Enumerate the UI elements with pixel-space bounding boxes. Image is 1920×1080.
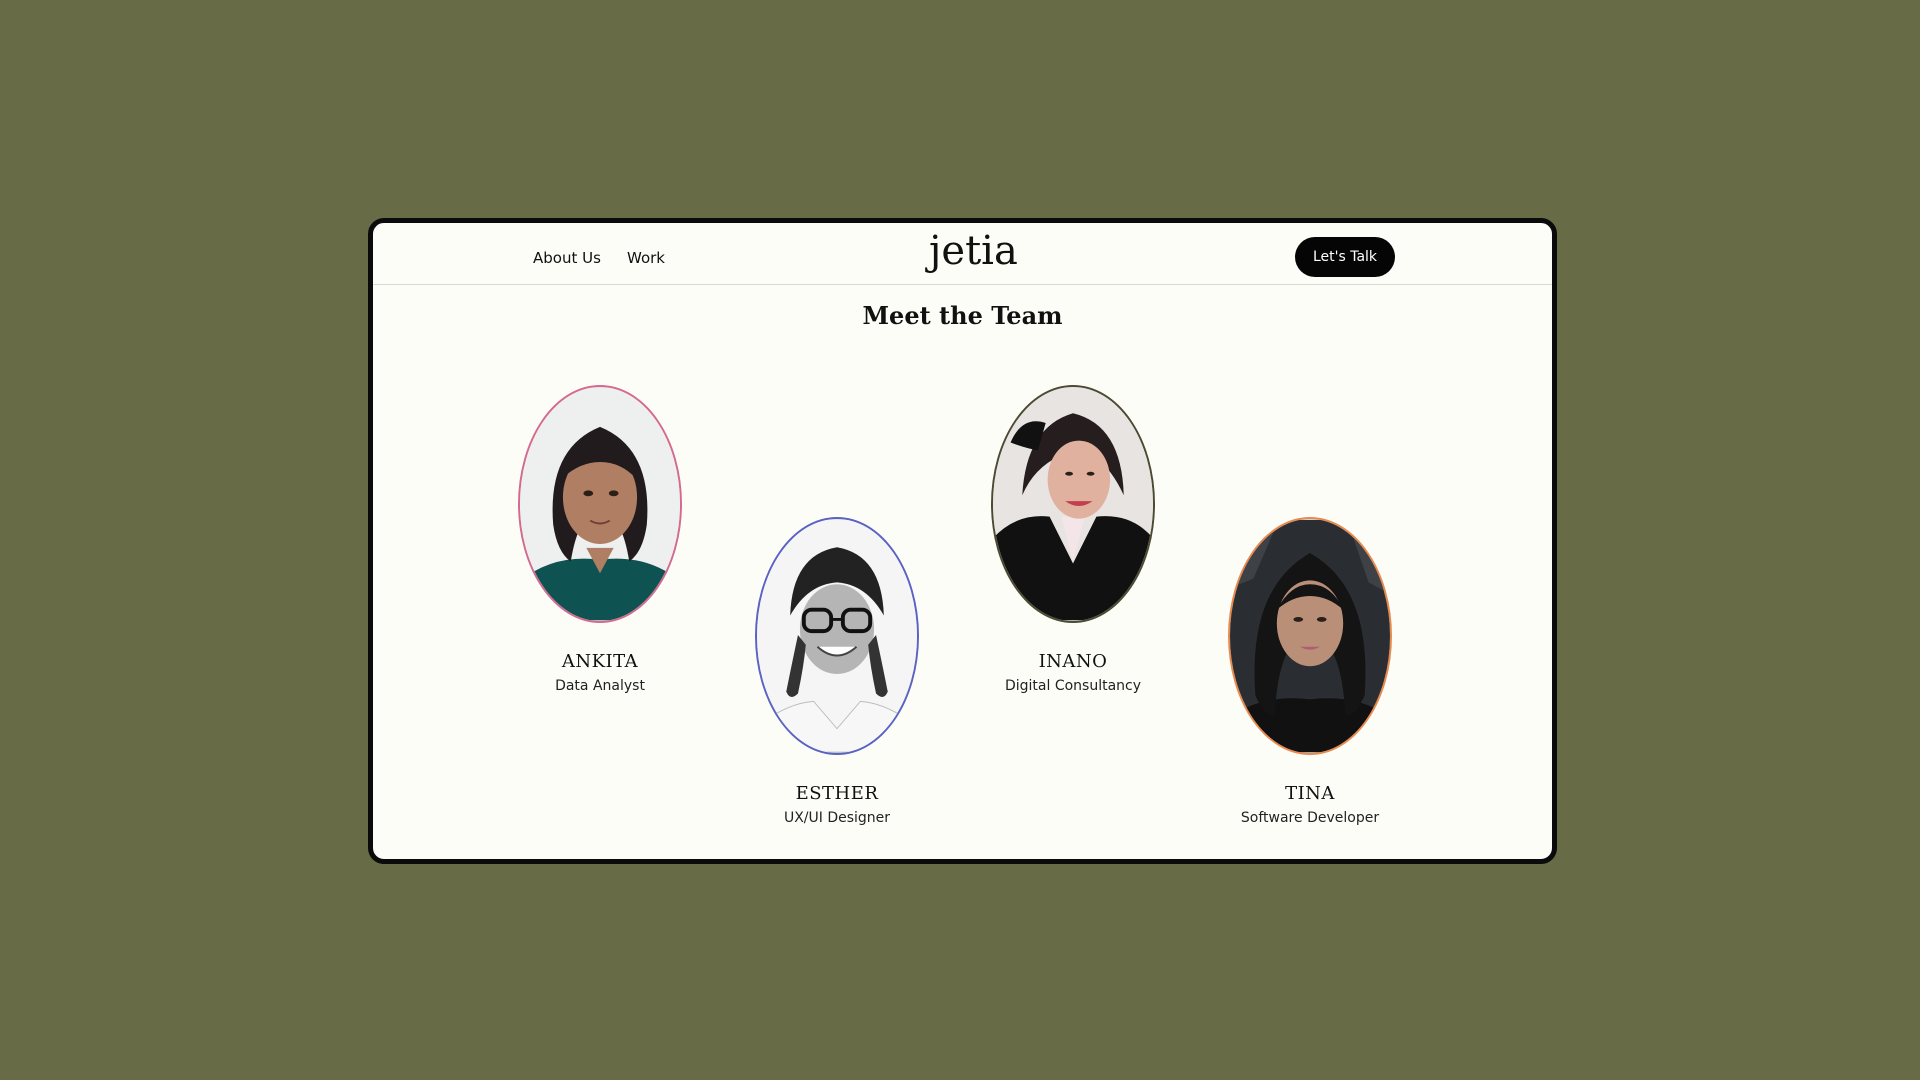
woman-portrait-icon: [757, 519, 917, 753]
team-member-role: Software Developer: [1240, 810, 1380, 826]
team-member-name: ESTHER: [795, 783, 879, 804]
lets-talk-button[interactable]: Let's Talk: [1295, 237, 1395, 277]
team-member-card: INANO Digital Consultancy: [983, 385, 1163, 694]
team-member-role: Digital Consultancy: [1004, 678, 1142, 694]
team-member-avatar: [518, 385, 682, 623]
app-window: About Us Work jetia Let's Talk Meet the …: [368, 218, 1557, 864]
site-logo[interactable]: jetia: [929, 227, 1018, 275]
team-member-card: TINA Software Developer: [1220, 517, 1400, 826]
team-member-name: TINA: [1285, 783, 1335, 804]
team-member-name: ANKITA: [561, 651, 639, 672]
team-member-role: UX/UI Designer: [783, 810, 891, 826]
top-navigation: About Us Work jetia Let's Talk: [373, 223, 1552, 285]
team-member-role: Data Analyst: [555, 678, 645, 694]
team-member-avatar: [1228, 517, 1392, 755]
team-section-title: Meet the Team: [862, 301, 1063, 330]
woman-portrait-icon: [993, 387, 1153, 621]
team-member-name: INANO: [1038, 651, 1108, 672]
nav-work-link[interactable]: Work: [627, 249, 665, 267]
team-member-card: ANKITA Data Analyst: [510, 385, 690, 694]
team-member-avatar: [755, 517, 919, 755]
team-member-card: ESTHER UX/UI Designer: [747, 517, 927, 826]
woman-portrait-icon: [1230, 519, 1390, 753]
woman-portrait-icon: [520, 387, 680, 621]
nav-about-us-link[interactable]: About Us: [533, 249, 601, 267]
team-member-avatar: [991, 385, 1155, 623]
